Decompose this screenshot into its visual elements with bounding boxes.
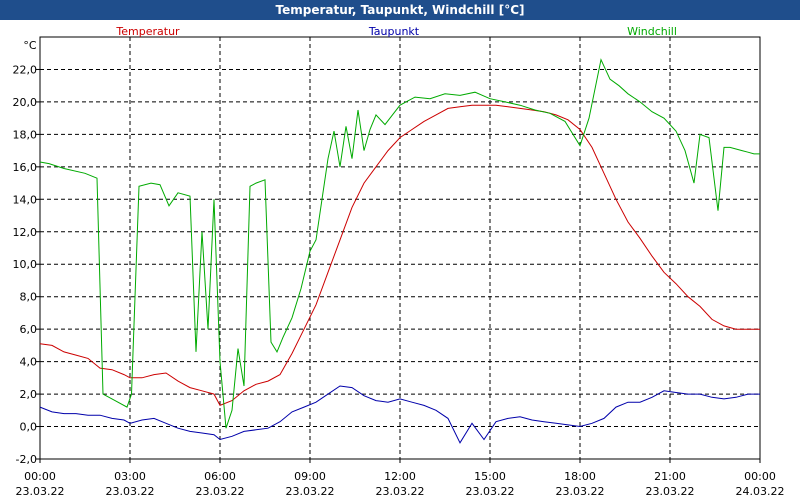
y-tick-label: 0,0 — [20, 421, 38, 434]
y-tick-label: 10,0 — [13, 258, 38, 271]
x-tick-time-label: 00:00 — [24, 470, 56, 483]
line-chart: -2,0 0,0 2,0 4,0 6,0 8,0 10,0 12,0 14,0 16,0 18,0 2… — [13, 25, 785, 498]
legend-item-temperatur: Temperatur — [115, 25, 180, 38]
x-tick-date-label: 23.03.22 — [16, 485, 65, 498]
x-tick-date-label: 23.03.22 — [196, 485, 245, 498]
x-tick-time-label: 21:00 — [654, 470, 686, 483]
y-tick-label: 16,0 — [13, 161, 38, 174]
x-tick-time-label: 12:00 — [384, 470, 416, 483]
y-tick-label: 2,0 — [20, 388, 38, 401]
x-tick-date-label: 23.03.22 — [556, 485, 605, 498]
legend-item-taupunkt: Taupunkt — [368, 25, 420, 38]
x-tick-date-label: 23.03.22 — [376, 485, 425, 498]
y-tick-label: 18,0 — [13, 128, 38, 141]
legend-item-windchill: Windchill — [627, 25, 677, 38]
x-tick-date-label: 24.03.22 — [736, 485, 785, 498]
y-tick-label: 14,0 — [13, 193, 38, 206]
x-tick-time-label: 09:00 — [294, 470, 326, 483]
y-tick-label: 20,0 — [13, 96, 38, 109]
x-tick-date-label: 23.03.22 — [646, 485, 695, 498]
y-tick-label: 8,0 — [20, 291, 38, 304]
y-tick-label: 22,0 — [13, 63, 38, 76]
x-tick-time-label: 00:00 — [744, 470, 776, 483]
x-tick-time-label: 03:00 — [114, 470, 146, 483]
chart-window: Temperatur, Taupunkt, Windchill [°C] -2,… — [0, 0, 800, 500]
y-tick-label: 4,0 — [20, 356, 38, 369]
y-tick-label: 12,0 — [13, 226, 38, 239]
y-tick-label: 6,0 — [20, 323, 38, 336]
x-tick-date-label: 23.03.22 — [466, 485, 515, 498]
x-tick-date-label: 23.03.22 — [106, 485, 155, 498]
x-tick-date-label: 23.03.22 — [286, 485, 335, 498]
y-axis-unit: °C — [23, 39, 37, 52]
x-tick-time-label: 15:00 — [474, 470, 506, 483]
y-tick-label: -2,0 — [16, 453, 37, 466]
x-tick-time-label: 18:00 — [564, 470, 596, 483]
x-tick-time-label: 06:00 — [204, 470, 236, 483]
